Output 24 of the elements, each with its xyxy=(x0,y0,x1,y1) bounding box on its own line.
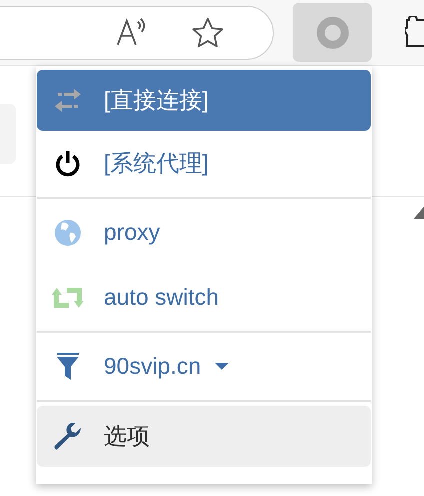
caret-icon[interactable] xyxy=(215,362,230,370)
menu-item-label: [直接连接] xyxy=(104,86,209,115)
star-icon[interactable] xyxy=(191,16,225,48)
menu-item-label: 选项 xyxy=(104,422,150,451)
menu-item[interactable]: 选项 xyxy=(37,406,371,467)
puzzle-icon[interactable] xyxy=(405,16,424,50)
settings-icon xyxy=(54,422,82,450)
globe-icon xyxy=(54,218,82,246)
menu-item-label: [系统代理] xyxy=(104,149,209,178)
menu-item-label: 90svip.cn xyxy=(104,353,202,380)
menu-item[interactable]: [系统代理] xyxy=(37,131,371,196)
menu-item-label: auto switch xyxy=(104,284,220,311)
menu-item[interactable]: 90svip.cn xyxy=(37,334,371,399)
menu-item[interactable]: proxy xyxy=(37,200,371,265)
menu-item[interactable]: auto switch xyxy=(37,265,371,330)
ring-icon xyxy=(316,16,350,50)
arrows-icon xyxy=(54,88,82,114)
repeat-icon xyxy=(51,286,85,310)
address-bar[interactable] xyxy=(0,6,274,60)
power-icon xyxy=(54,150,82,178)
triangle-icon xyxy=(414,207,424,219)
menu-item-label: proxy xyxy=(104,219,160,246)
filter-icon xyxy=(56,352,80,380)
menu-item[interactable]: [直接连接] xyxy=(37,70,371,131)
